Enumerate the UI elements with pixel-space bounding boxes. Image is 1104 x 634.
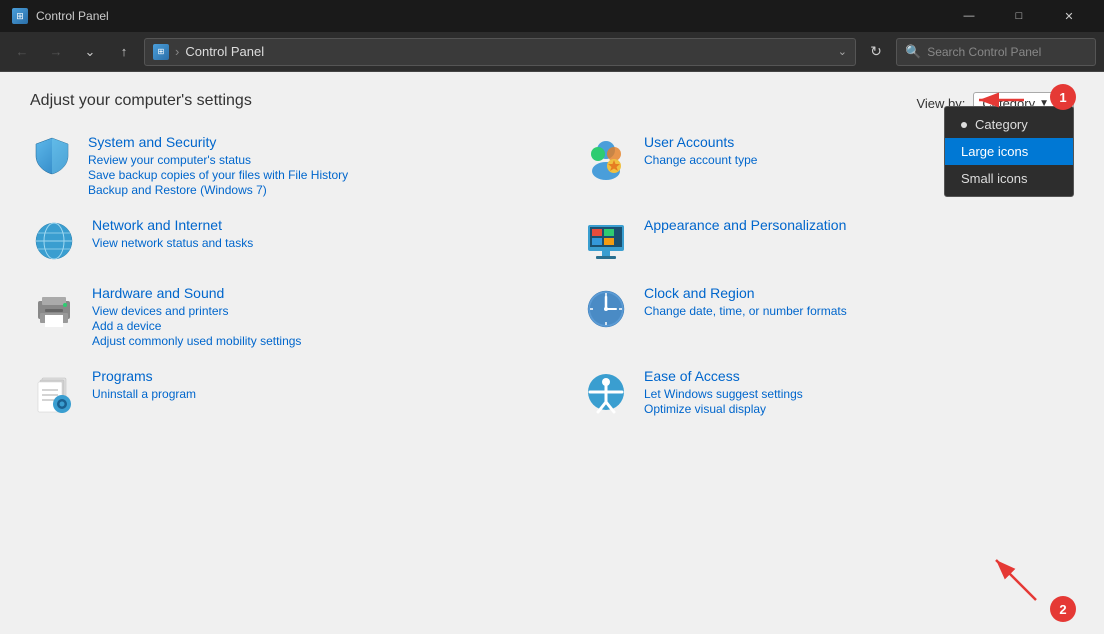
category-ease: Ease of Access Let Windows suggest setti… (582, 368, 1074, 416)
main-content: Adjust your computer's settings View by:… (0, 72, 1104, 634)
ease-icon (582, 368, 630, 416)
minimize-button[interactable]: — (946, 0, 992, 32)
refresh-button[interactable]: ↻ (862, 38, 890, 66)
arrow-2 (936, 540, 1056, 620)
path-text: Control Panel (185, 44, 264, 59)
network-link-1[interactable]: View network status and tasks (92, 236, 253, 250)
hardware-link-2[interactable]: Add a device (92, 319, 301, 333)
user-accounts-links: Change account type (644, 153, 757, 167)
annotation-badge-2: 2 (1050, 596, 1076, 622)
system-security-links: Review your computer's status Save backu… (88, 153, 348, 197)
system-link-3[interactable]: Backup and Restore (Windows 7) (88, 183, 348, 197)
dropdown-button[interactable]: ⌄ (76, 38, 104, 66)
title-bar: ⊞ Control Panel — □ ✕ (0, 0, 1104, 32)
close-button[interactable]: ✕ (1046, 0, 1092, 32)
system-security-info: System and Security Review your computer… (88, 134, 348, 197)
network-links: View network status and tasks (92, 236, 253, 250)
menu-item-label: Category (975, 117, 1028, 132)
network-icon (30, 217, 78, 265)
category-system: System and Security Review your computer… (30, 134, 522, 197)
categories-grid: System and Security Review your computer… (30, 134, 1074, 416)
annotation-badge-1: 1 (1050, 84, 1076, 110)
menu-item-category[interactable]: Category (945, 111, 1073, 138)
path-separator: › (175, 44, 179, 59)
menu-item-small-icons[interactable]: Small icons (945, 165, 1073, 192)
system-security-title[interactable]: System and Security (88, 134, 348, 150)
search-box[interactable]: 🔍 Search Control Panel (896, 38, 1096, 66)
network-title[interactable]: Network and Internet (92, 217, 253, 233)
category-appearance: Appearance and Personalization (582, 217, 1074, 265)
user-link-1[interactable]: Change account type (644, 153, 757, 167)
system-link-2[interactable]: Save backup copies of your files with Fi… (88, 168, 348, 182)
hardware-icon (30, 285, 78, 333)
clock-info: Clock and Region Change date, time, or n… (644, 285, 847, 318)
menu-item-label: Large icons (961, 144, 1028, 159)
ease-info: Ease of Access Let Windows suggest setti… (644, 368, 803, 416)
programs-title[interactable]: Programs (92, 368, 196, 384)
ease-title[interactable]: Ease of Access (644, 368, 803, 384)
clock-link-1[interactable]: Change date, time, or number formats (644, 304, 847, 318)
hardware-link-1[interactable]: View devices and printers (92, 304, 301, 318)
clock-icon (582, 285, 630, 333)
menu-item-large-icons[interactable]: Large icons (945, 138, 1073, 165)
window-title: Control Panel (36, 9, 109, 23)
programs-links: Uninstall a program (92, 387, 196, 401)
clock-links: Change date, time, or number formats (644, 304, 847, 318)
category-network: Network and Internet View network status… (30, 217, 522, 265)
ease-link-1[interactable]: Let Windows suggest settings (644, 387, 803, 401)
ease-link-2[interactable]: Optimize visual display (644, 402, 803, 416)
app-icon: ⊞ (12, 8, 28, 24)
hardware-info: Hardware and Sound View devices and prin… (92, 285, 301, 348)
appearance-title[interactable]: Appearance and Personalization (644, 217, 846, 233)
title-bar-left: ⊞ Control Panel (12, 8, 109, 24)
network-info: Network and Internet View network status… (92, 217, 253, 250)
back-button[interactable]: ← (8, 38, 36, 66)
user-accounts-info: User Accounts Change account type (644, 134, 757, 167)
up-button[interactable]: ↑ (110, 38, 138, 66)
window-controls: — □ ✕ (946, 0, 1092, 32)
programs-info: Programs Uninstall a program (92, 368, 196, 401)
clock-title[interactable]: Clock and Region (644, 285, 847, 301)
appearance-icon (582, 217, 630, 265)
dot-icon (961, 122, 967, 128)
programs-link-1[interactable]: Uninstall a program (92, 387, 196, 401)
path-icon: ⊞ (153, 44, 169, 60)
programs-icon (30, 368, 78, 416)
search-icon: 🔍 (905, 44, 921, 60)
ease-links: Let Windows suggest settings Optimize vi… (644, 387, 803, 416)
user-accounts-title[interactable]: User Accounts (644, 134, 757, 150)
address-path[interactable]: ⊞ › Control Panel ⌄ (144, 38, 856, 66)
hardware-title[interactable]: Hardware and Sound (92, 285, 301, 301)
system-link-1[interactable]: Review your computer's status (88, 153, 348, 167)
category-hardware: Hardware and Sound View devices and prin… (30, 285, 522, 348)
hardware-link-3[interactable]: Adjust commonly used mobility settings (92, 334, 301, 348)
category-clock: Clock and Region Change date, time, or n… (582, 285, 1074, 348)
address-bar: ← → ⌄ ↑ ⊞ › Control Panel ⌄ ↻ 🔍 Search C… (0, 32, 1104, 72)
search-placeholder: Search Control Panel (927, 45, 1041, 59)
system-security-icon (30, 134, 74, 178)
menu-item-label: Small icons (961, 171, 1027, 186)
view-by-menu: Category Large icons Small icons (944, 106, 1074, 197)
appearance-info: Appearance and Personalization (644, 217, 846, 236)
path-dropdown-arrow[interactable]: ⌄ (838, 45, 847, 58)
user-accounts-icon (582, 134, 630, 182)
hardware-links: View devices and printers Add a device A… (92, 304, 301, 348)
maximize-button[interactable]: □ (996, 0, 1042, 32)
forward-button[interactable]: → (42, 38, 70, 66)
category-programs: Programs Uninstall a program (30, 368, 522, 416)
